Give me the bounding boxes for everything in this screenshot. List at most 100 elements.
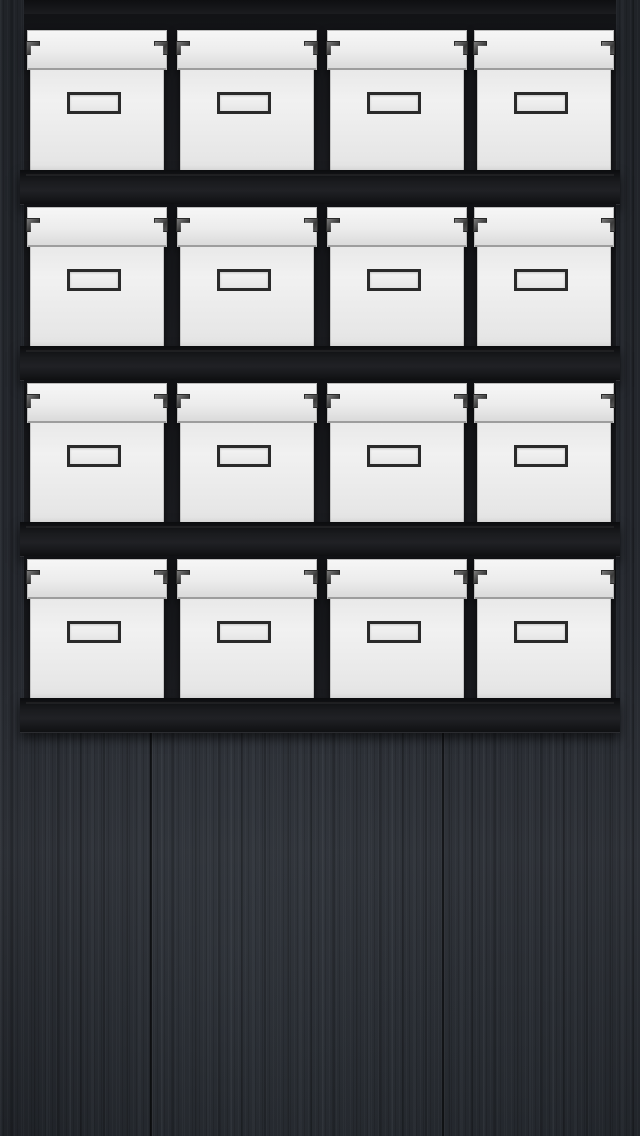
storage-box	[326, 207, 468, 349]
label-holder	[514, 445, 568, 467]
box-lid	[176, 559, 318, 599]
label-holder	[67, 269, 121, 291]
label-holder	[217, 92, 271, 114]
metal-corner-icon	[601, 394, 615, 408]
box-lid	[473, 207, 615, 247]
metal-corner-icon	[304, 218, 318, 232]
shelf-board	[20, 698, 620, 733]
box-body	[330, 599, 464, 701]
storage-box	[26, 559, 168, 701]
metal-corner-icon	[304, 41, 318, 55]
metal-corner-icon	[601, 218, 615, 232]
box-body	[477, 423, 611, 525]
metal-corner-icon	[601, 41, 615, 55]
metal-corner-icon	[473, 570, 487, 584]
box-lid	[326, 559, 468, 599]
metal-corner-icon	[454, 394, 468, 408]
metal-corner-icon	[26, 570, 40, 584]
metal-corner-icon	[26, 41, 40, 55]
box-lid	[473, 559, 615, 599]
label-holder	[217, 269, 271, 291]
box-lid	[176, 30, 318, 70]
metal-corner-icon	[601, 570, 615, 584]
shelf-board	[20, 522, 620, 557]
box-lid	[326, 383, 468, 423]
metal-corner-icon	[154, 218, 168, 232]
label-holder	[367, 621, 421, 643]
metal-corner-icon	[154, 394, 168, 408]
box-body	[30, 247, 164, 349]
label-holder	[217, 445, 271, 467]
storage-box	[176, 559, 318, 701]
box-body	[330, 247, 464, 349]
box-lid	[26, 383, 168, 423]
label-holder	[514, 269, 568, 291]
box-body	[30, 423, 164, 525]
box-lid	[176, 207, 318, 247]
label-holder	[67, 445, 121, 467]
box-lid	[326, 207, 468, 247]
box-lid	[26, 30, 168, 70]
metal-corner-icon	[473, 41, 487, 55]
storage-box	[473, 559, 615, 701]
storage-box	[326, 383, 468, 525]
storage-box	[473, 207, 615, 349]
metal-corner-icon	[326, 570, 340, 584]
box-body	[180, 247, 314, 349]
box-body	[180, 599, 314, 701]
storage-box	[26, 30, 168, 172]
metal-corner-icon	[176, 218, 190, 232]
label-holder	[367, 92, 421, 114]
metal-corner-icon	[176, 41, 190, 55]
shelf-board	[20, 170, 620, 205]
shelf-board	[20, 346, 620, 381]
box-body	[30, 70, 164, 172]
metal-corner-icon	[473, 218, 487, 232]
metal-corner-icon	[176, 570, 190, 584]
storage-box	[176, 30, 318, 172]
storage-box	[473, 383, 615, 525]
storage-box	[26, 207, 168, 349]
metal-corner-icon	[304, 570, 318, 584]
box-body	[30, 599, 164, 701]
box-lid	[26, 559, 168, 599]
box-lid	[473, 30, 615, 70]
metal-corner-icon	[154, 41, 168, 55]
storage-box	[176, 207, 318, 349]
box-body	[330, 423, 464, 525]
metal-corner-icon	[304, 394, 318, 408]
metal-corner-icon	[26, 218, 40, 232]
storage-box	[326, 30, 468, 172]
metal-corner-icon	[326, 41, 340, 55]
box-lid	[176, 383, 318, 423]
label-holder	[367, 445, 421, 467]
metal-corner-icon	[454, 570, 468, 584]
storage-box	[176, 383, 318, 525]
storage-box	[326, 559, 468, 701]
metal-corner-icon	[454, 41, 468, 55]
label-holder	[217, 621, 271, 643]
label-holder	[67, 92, 121, 114]
box-body	[180, 423, 314, 525]
label-holder	[367, 269, 421, 291]
metal-corner-icon	[326, 394, 340, 408]
box-body	[477, 247, 611, 349]
storage-box	[473, 30, 615, 172]
box-lid	[473, 383, 615, 423]
metal-corner-icon	[454, 218, 468, 232]
storage-box	[26, 383, 168, 525]
box-body	[330, 70, 464, 172]
box-lid	[26, 207, 168, 247]
label-holder	[67, 621, 121, 643]
box-body	[477, 599, 611, 701]
box-lid	[326, 30, 468, 70]
metal-corner-icon	[473, 394, 487, 408]
metal-corner-icon	[26, 394, 40, 408]
metal-corner-icon	[326, 218, 340, 232]
metal-corner-icon	[154, 570, 168, 584]
label-holder	[514, 92, 568, 114]
box-body	[180, 70, 314, 172]
shelf-top-frame	[24, 0, 616, 14]
box-body	[477, 70, 611, 172]
metal-corner-icon	[176, 394, 190, 408]
